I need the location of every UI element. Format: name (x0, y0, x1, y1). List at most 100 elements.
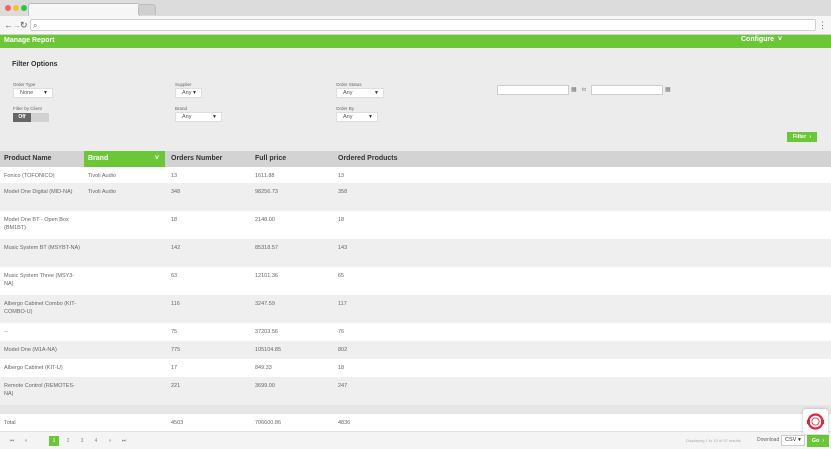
date-to-label: to (582, 87, 587, 93)
date-to-input[interactable] (591, 85, 663, 95)
results-summary: Displaying 1 to 10 of 37 results (686, 438, 741, 443)
cell-product-name: Music System BT (MSYBT-NA) (4, 245, 80, 251)
cell-price: 849.33 (255, 365, 272, 371)
cell-product-name: Albergo Cabinet (KIT-U) (4, 365, 63, 371)
page-2-button[interactable]: 2 (63, 436, 73, 446)
cell-price: 98256.73 (255, 189, 278, 195)
cell-products: 117 (338, 301, 347, 307)
go-button[interactable]: Go › (807, 435, 829, 447)
chat-widget-button[interactable] (803, 409, 828, 434)
cell-products: 143 (338, 245, 348, 251)
order-status-select[interactable]: Any ▼ (336, 88, 384, 98)
table-row[interactable]: Model One BT - Open Box (BM1BT) 18 2148.… (0, 211, 831, 239)
address-bar[interactable]: ⌕ (30, 19, 816, 31)
order-status-value: Any (343, 90, 353, 96)
cell-product-name: -- (4, 329, 8, 335)
calendar-icon[interactable]: ▦ (665, 86, 671, 94)
order-type-label: Order Type (13, 82, 36, 87)
table-row[interactable]: Fonico (TOFONICO) Tivoli Audio 13 1611.8… (0, 167, 831, 183)
cell-product-name: Model One BT - Open Box (BM1BT) (4, 217, 69, 231)
cell-products: 18 (338, 217, 345, 223)
table-row[interactable]: Albergo Cabinet (KIT-U) 17 849.33 18 (0, 359, 831, 377)
first-page-button[interactable]: ⏮ (7, 436, 17, 446)
cell-price: 3247.59 (255, 301, 275, 307)
col-full-price[interactable]: Full price (251, 151, 335, 167)
table-row[interactable]: Model One (M1A-NA) 775 105104.85 802 (0, 341, 831, 359)
col-ordered-products[interactable]: Ordered Products (334, 151, 434, 167)
new-tab[interactable] (138, 4, 156, 15)
col-orders-number[interactable]: Orders Number (167, 151, 251, 167)
order-type-select[interactable]: None ▼ (13, 88, 53, 98)
order-type-value: None (20, 90, 34, 96)
brand-label: Brand (175, 106, 188, 111)
reload-icon[interactable]: ↻ (20, 19, 28, 31)
cell-orders: 348 (171, 189, 181, 195)
brand-value: Any (182, 114, 192, 120)
configure-menu[interactable]: Configure ˅ (741, 36, 782, 43)
cell-products: 13 (338, 173, 345, 179)
table-row-spacer (0, 405, 831, 414)
order-status-label: Order Status (336, 82, 362, 87)
order-by-label: Order By (336, 106, 355, 111)
cell-orders: 18 (171, 217, 178, 223)
table-row[interactable]: Albergo Cabinet Combo (KIT-COMBO-U) 116 … (0, 295, 831, 323)
filter-panel: Filter Options Order Type None ▼ Supplie… (0, 48, 831, 151)
cell-products: 247 (338, 383, 348, 389)
browser-menu-icon[interactable]: ⋮ (818, 19, 827, 31)
cell-total-products: 4836 (338, 420, 351, 426)
order-by-select[interactable]: Any ▼ (336, 112, 378, 122)
close-window-dot[interactable] (5, 5, 11, 11)
cell-products: 76 (338, 329, 345, 335)
browser-tab[interactable] (28, 3, 140, 16)
filter-button-label: Filter (792, 134, 807, 140)
browser-tabstrip (0, 0, 831, 16)
col-brand[interactable]: Brand ˅ (84, 151, 165, 167)
date-from-input[interactable] (497, 85, 569, 95)
last-page-button[interactable]: ⏭ (119, 436, 129, 446)
brand-select[interactable]: Any ▼ (175, 112, 222, 122)
cell-product-name: Remote Control (REMOTES-NA) (4, 383, 75, 397)
supplier-value: Any (182, 90, 192, 96)
cell-product-name: Music System Three (MSY3-NA) (4, 273, 75, 287)
page-1-button[interactable]: 1 (49, 436, 59, 446)
cell-orders: 221 (171, 383, 181, 389)
chevron-right-icon: › (807, 134, 812, 140)
filter-button[interactable]: Filter › (787, 132, 817, 142)
table-row[interactable]: -- 75 37203.56 76 (0, 323, 831, 341)
cell-products: 358 (338, 189, 348, 195)
caret-down-icon: ▼ (43, 90, 48, 96)
table-row-total: Total 4503 706600.86 4836 (0, 414, 831, 431)
next-page-button[interactable]: » (105, 436, 115, 446)
page-3-button[interactable]: 3 (77, 436, 87, 446)
table-row[interactable]: Music System BT (MSYBT-NA) 142 85318.57 … (0, 239, 831, 267)
col-product-name[interactable]: Product Name (0, 151, 84, 167)
cell-price: 85318.57 (255, 245, 278, 251)
cell-products: 65 (338, 273, 345, 279)
go-button-label: Go (811, 438, 820, 444)
cell-product-name: Model One Digital (MID-NA) (4, 189, 73, 195)
supplier-select[interactable]: Any ▼ (175, 88, 202, 98)
cell-product-name: Fonico (TOFONICO) (4, 173, 55, 179)
cell-price: 12101.36 (255, 273, 278, 279)
cell-orders: 17 (171, 365, 178, 371)
table-row[interactable]: Remote Control (REMOTES-NA) 221 3699.00 … (0, 377, 831, 405)
cell-price: 105104.85 (255, 347, 281, 353)
chevron-down-icon: ˅ (776, 36, 783, 43)
cell-total-price: 706600.86 (255, 420, 281, 426)
page-title: Manage Report (4, 37, 55, 44)
filter-by-client-toggle[interactable]: Off (13, 113, 49, 122)
prev-page-button[interactable]: « (21, 436, 31, 446)
minimize-window-dot[interactable] (13, 5, 19, 11)
cell-price: 1611.88 (255, 173, 275, 179)
page-4-button[interactable]: 4 (91, 436, 101, 446)
download-format-value: CSV (785, 437, 797, 443)
calendar-icon[interactable]: ▦ (571, 86, 577, 94)
table-row[interactable]: Music System Three (MSY3-NA) 63 12101.36… (0, 267, 831, 295)
caret-down-icon: ▼ (212, 114, 217, 120)
cell-product-name: Albergo Cabinet Combo (KIT-COMBO-U) (4, 301, 77, 315)
cell-total-label: Total (4, 420, 16, 426)
maximize-window-dot[interactable] (21, 5, 27, 11)
table-row[interactable]: Model One Digital (MID-NA) Tivoli Audio … (0, 183, 831, 211)
download-format-select[interactable]: CSV ▼ (781, 435, 805, 446)
chevron-down-icon: ˅ (154, 155, 159, 162)
